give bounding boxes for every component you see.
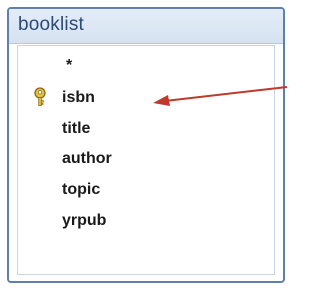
table-title: booklist: [18, 14, 85, 35]
field-author[interactable]: author: [62, 150, 112, 168]
table-field-list[interactable]: booklist: [7, 7, 285, 283]
field-topic[interactable]: topic: [62, 181, 100, 199]
field-yrpub[interactable]: yrpub: [62, 212, 106, 230]
table-title-bar[interactable]: booklist: [9, 9, 283, 44]
key-icon: [34, 87, 46, 106]
field-isbn[interactable]: isbn: [62, 89, 95, 107]
field-all[interactable]: *: [66, 57, 72, 75]
field-list-pane[interactable]: [17, 45, 275, 275]
field-title[interactable]: title: [62, 120, 90, 138]
